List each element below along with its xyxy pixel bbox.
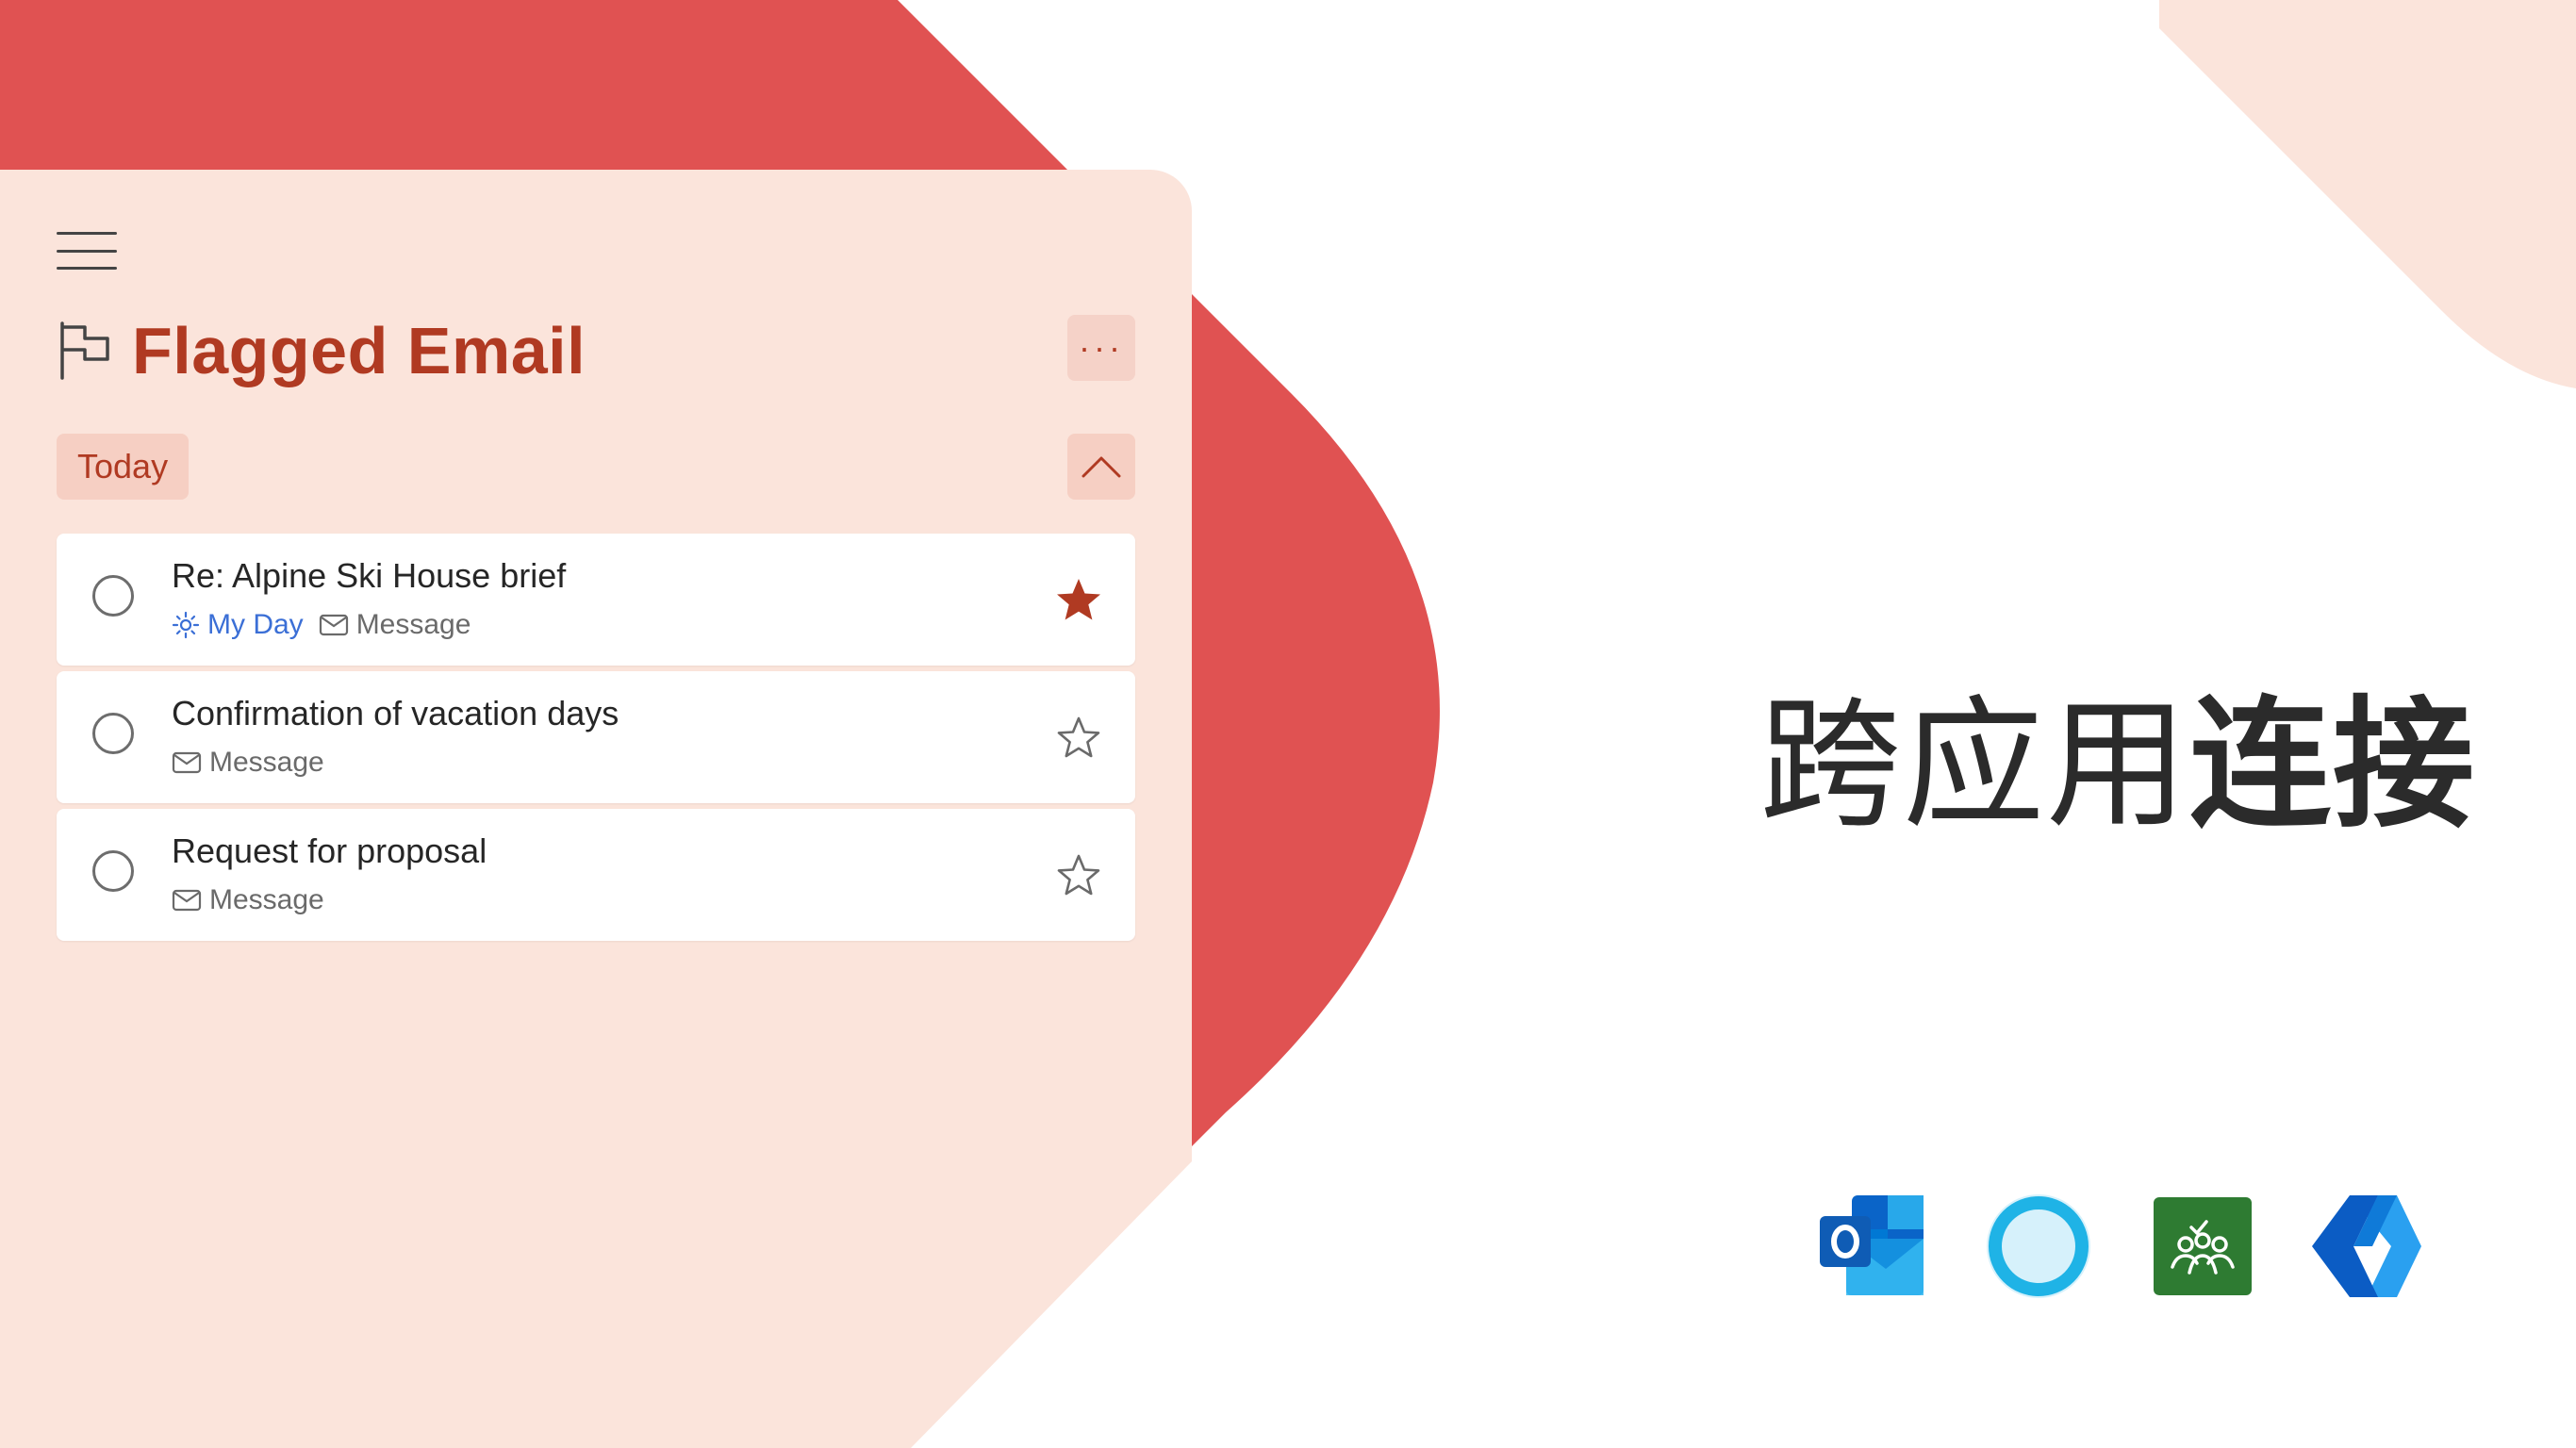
mail-icon	[172, 889, 202, 912]
planner-icon	[2154, 1197, 2252, 1295]
flag-icon	[60, 321, 109, 380]
task-title: Request for proposal	[172, 831, 487, 870]
headline-bold: 连接	[2189, 685, 2477, 844]
headline-regular: 跨应用	[1759, 685, 2190, 844]
my-day-tag: My Day	[172, 609, 304, 641]
task-row[interactable]: Confirmation of vacation days Message	[57, 671, 1135, 803]
star-filled-icon[interactable]	[1054, 575, 1103, 624]
task-title: Re: Alpine Ski House brief	[172, 556, 567, 595]
mail-icon	[319, 614, 348, 636]
star-outline-icon[interactable]	[1054, 850, 1103, 899]
group-label-today[interactable]: Today	[57, 434, 190, 500]
task-source: Message	[209, 884, 324, 915]
task-title: Confirmation of vacation days	[172, 694, 619, 732]
more-options-button[interactable]: ···	[1067, 315, 1135, 381]
sun-icon	[172, 611, 200, 639]
list-header: Flagged Email	[58, 313, 586, 388]
chevron-up-icon	[1082, 456, 1121, 478]
task-meta: Message	[172, 884, 324, 916]
cortana-icon	[1987, 1194, 2090, 1298]
my-day-label: My Day	[207, 609, 304, 640]
task-row[interactable]: Re: Alpine Ski House brief My Day Messag…	[57, 534, 1135, 666]
complete-task-checkbox[interactable]	[92, 713, 134, 754]
task-source: Message	[355, 609, 471, 640]
task-meta: My Day Message	[172, 609, 471, 641]
task-source: Message	[209, 747, 324, 778]
power-automate-icon	[2312, 1195, 2421, 1297]
task-meta: Message	[172, 747, 324, 779]
flagged-email-panel: Flagged Email ··· Today Re: Alpine Ski H…	[0, 170, 1192, 1448]
headline: 跨应用连接	[1759, 650, 2476, 855]
task-list: Re: Alpine Ski House brief My Day Messag…	[57, 534, 1135, 946]
mail-icon	[172, 751, 202, 774]
app-icons-row	[1818, 1190, 2474, 1303]
collapse-group-button[interactable]	[1067, 434, 1135, 500]
hamburger-icon[interactable]	[57, 232, 117, 270]
complete-task-checkbox[interactable]	[92, 575, 134, 617]
star-outline-icon[interactable]	[1054, 713, 1103, 762]
task-row[interactable]: Request for proposal Message	[57, 809, 1135, 941]
outlook-icon	[1820, 1195, 1924, 1295]
complete-task-checkbox[interactable]	[92, 850, 134, 892]
list-title: Flagged Email	[132, 314, 586, 387]
